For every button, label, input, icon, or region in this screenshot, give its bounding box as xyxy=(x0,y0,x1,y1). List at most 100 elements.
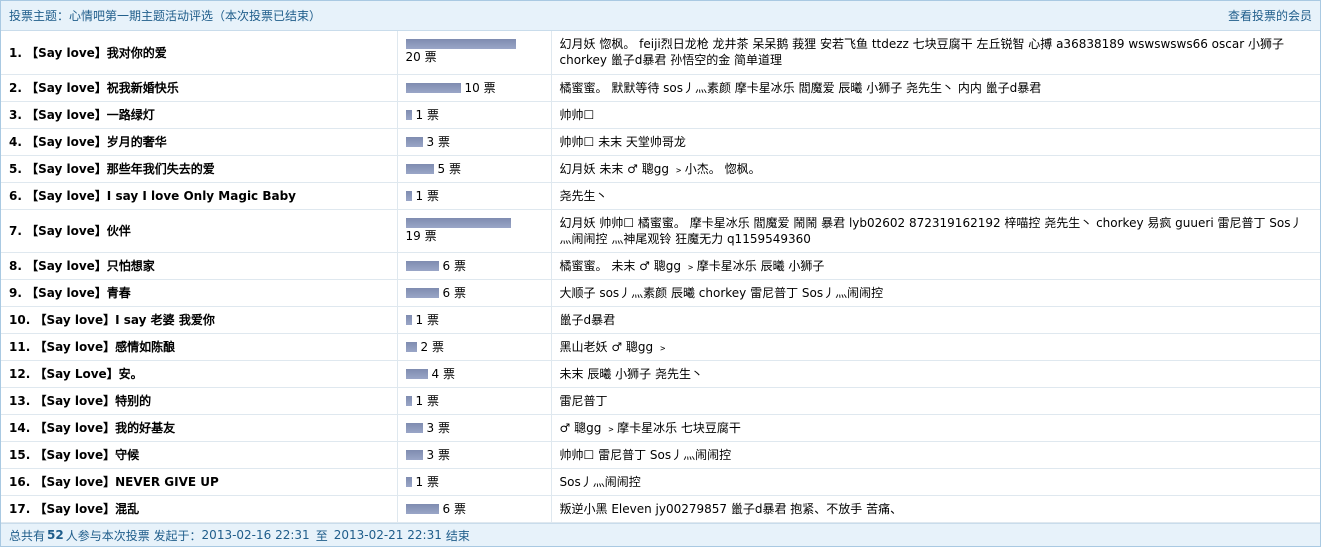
option-title-cell: 8. 【Say love】只怕想家 xyxy=(1,252,398,280)
vote-bar xyxy=(405,39,516,50)
option-title: 【Say love】I say 老婆 我爱你 xyxy=(34,313,215,327)
option-votes-cell: 6 票 xyxy=(397,279,552,307)
option-voters-cell: 帅帅☐ 未末 天堂帅哥龙 xyxy=(551,128,1320,156)
poll-option-row: 5. 【Say love】那些年我们失去的爱 5 票 幻月妖 未末 ♂ 聰gg ﹥小… xyxy=(1,155,1320,183)
poll-option-row: 15. 【Say love】守候 3 票 帅帅☐ 雷尼普丁 Sos丿灬闹闹控 xyxy=(1,441,1320,469)
option-number: 11. xyxy=(9,340,31,354)
vote-count: 6 票 xyxy=(442,258,466,273)
poll-option-row: 17. 【Say love】混乱 6 票 叛逆小黑 Eleven jy0027985… xyxy=(1,495,1320,523)
option-title: 【Say love】岁月的奢华 xyxy=(26,135,167,149)
poll-results-table: 1. 【Say love】我对你的爱 20 票 幻月妖 惚枫。 feiji烈日龙枪 … xyxy=(1,31,1320,523)
option-title: 【Say love】祝我新婚快乐 xyxy=(26,81,179,95)
option-number: 10. xyxy=(9,313,31,327)
poll-title: 投票主题：心情吧第一期主题活动评选（本次投票已结束） xyxy=(9,9,322,23)
voter-list: 幻月妖 惚枫。 feiji烈日龙枪 龙井茶 呆呆鹅 莪狸 安若飞鱼 ttdezz… xyxy=(559,37,1284,68)
voter-list: 大顺子 sos丿灬素颜 辰曦 chorkey 雷尼普丁 Sos丿灬闹闹控 xyxy=(559,285,884,300)
option-title-cell: 1. 【Say love】我对你的爱 xyxy=(1,31,398,75)
end-date: 2013-02-21 22:31 xyxy=(333,528,442,542)
vote-bar xyxy=(405,422,423,433)
start-date: 2013-02-16 22:31 xyxy=(201,528,310,542)
voter-list: 巤子d暴君 xyxy=(559,312,616,327)
option-votes-cell: 3 票 xyxy=(397,128,552,156)
option-number: 15. xyxy=(9,448,31,462)
option-number: 12. xyxy=(9,367,31,381)
option-title-cell: 16. 【Say love】NEVER GIVE UP xyxy=(1,468,398,496)
option-title-cell: 10. 【Say love】I say 老婆 我爱你 xyxy=(1,306,398,334)
poll-option-row: 1. 【Say love】我对你的爱 20 票 幻月妖 惚枫。 feiji烈日龙枪 … xyxy=(1,31,1320,75)
poll-option-row: 8. 【Say love】只怕想家 6 票 橘蜜蜜。 未末 ♂ 聰gg ﹥摩卡星冰乐… xyxy=(1,252,1320,280)
option-number: 4. xyxy=(9,135,22,149)
option-number: 6. xyxy=(9,189,22,203)
vote-count: 20 票 xyxy=(405,50,437,65)
vote-bar xyxy=(405,449,423,460)
option-number: 14. xyxy=(9,421,31,435)
poll-option-row: 12. 【Say Love】安。 4 票 未末 辰曦 小狮子 尧先生丶 xyxy=(1,360,1320,388)
voter-list: 叛逆小黑 Eleven jy00279857 巤子d暴君 抱紧、不放手 苦痛、 xyxy=(559,501,903,516)
vote-bar xyxy=(405,136,423,147)
vote-count: 2 票 xyxy=(420,339,444,354)
option-title-cell: 12. 【Say Love】安。 xyxy=(1,360,398,388)
option-number: 17. xyxy=(9,502,31,516)
option-votes-cell: 6 票 xyxy=(397,252,552,280)
option-votes-cell: 2 票 xyxy=(397,333,552,361)
poll-option-row: 16. 【Say love】NEVER GIVE UP 1 票 Sos丿灬闹闹控 xyxy=(1,468,1320,496)
poll-option-row: 3. 【Say love】一路绿灯 1 票 帅帅☐ xyxy=(1,101,1320,129)
option-votes-cell: 1 票 xyxy=(397,468,552,496)
vote-bar xyxy=(405,314,412,325)
vote-bar xyxy=(405,341,417,352)
option-title-cell: 6. 【Say love】I say I love Only Magic Bab… xyxy=(1,182,398,210)
vote-bar xyxy=(405,503,439,514)
poll-option-row: 4. 【Say love】岁月的奢华 3 票 帅帅☐ 未末 天堂帅哥龙 xyxy=(1,128,1320,156)
voter-list: 帅帅☐ xyxy=(559,107,595,122)
option-number: 3. xyxy=(9,108,22,122)
option-title: 【Say love】那些年我们失去的爱 xyxy=(26,162,215,176)
vote-count: 1 票 xyxy=(415,393,439,408)
option-number: 1. xyxy=(9,45,22,60)
vote-count: 3 票 xyxy=(426,134,450,149)
vote-bar xyxy=(405,163,434,174)
option-votes-cell: 3 票 xyxy=(397,441,552,469)
option-voters-cell: 橘蜜蜜。 默默等待 sos丿灬素颜 摩卡星冰乐 閻魔爱 辰曦 小狮子 尧先生丶 … xyxy=(551,74,1320,102)
poll-option-row: 6. 【Say love】I say I love Only Magic Bab… xyxy=(1,182,1320,210)
vote-count: 3 票 xyxy=(426,420,450,435)
option-title: 【Say love】一路绿灯 xyxy=(26,108,155,122)
view-voters-link[interactable]: 查看投票的会员 xyxy=(1228,7,1312,24)
option-title-cell: 15. 【Say love】守候 xyxy=(1,441,398,469)
vote-count: 5 票 xyxy=(437,161,461,176)
option-number: 7. xyxy=(9,224,22,238)
option-title: 【Say love】混乱 xyxy=(34,502,140,516)
option-title-cell: 13. 【Say love】特别的 xyxy=(1,387,398,415)
option-title-cell: 9. 【Say love】青春 xyxy=(1,279,398,307)
option-votes-cell: 3 票 xyxy=(397,414,552,442)
voter-list: 幻月妖 帅帅☐ 橘蜜蜜。 摩卡星冰乐 閻魔爱 鬧鬧 暴君 lyb02602 87… xyxy=(559,215,1303,246)
vote-count: 10 票 xyxy=(464,80,496,95)
option-voters-cell: 帅帅☐ 雷尼普丁 Sos丿灬闹闹控 xyxy=(551,441,1320,469)
option-title: 【Say love】感情如陈酿 xyxy=(34,340,176,354)
footer-prefix: 总共有 xyxy=(9,528,46,543)
voter-list: 尧先生丶 xyxy=(559,188,608,203)
poll-option-row: 9. 【Say love】青春 6 票 大顺子 sos丿灬素颜 辰曦 chorkey… xyxy=(1,279,1320,307)
option-number: 5. xyxy=(9,162,22,176)
poll-panel: 投票主题：心情吧第一期主题活动评选（本次投票已结束） 查看投票的会员 1. 【S… xyxy=(0,0,1321,547)
option-title: 【Say love】伙伴 xyxy=(26,224,131,238)
vote-bar xyxy=(405,476,412,487)
option-number: 9. xyxy=(9,286,22,300)
poll-option-row: 10. 【Say love】I say 老婆 我爱你 1 票 巤子d暴君 xyxy=(1,306,1320,334)
option-title: 【Say love】I say I love Only Magic Baby xyxy=(26,189,296,203)
option-title: 【Say love】守候 xyxy=(34,448,140,462)
option-voters-cell: Sos丿灬闹闹控 xyxy=(551,468,1320,496)
voter-list: 未末 辰曦 小狮子 尧先生丶 xyxy=(559,366,703,381)
option-voters-cell: 幻月妖 惚枫。 feiji烈日龙枪 龙井茶 呆呆鹅 莪狸 安若飞鱼 ttdezz… xyxy=(551,31,1320,75)
option-voters-cell: 尧先生丶 xyxy=(551,182,1320,210)
voter-list: 雷尼普丁 xyxy=(559,393,608,408)
option-voters-cell: ♂ 聰gg ﹥摩卡星冰乐 七块豆腐干 xyxy=(551,414,1320,442)
vote-count: 1 票 xyxy=(415,188,439,203)
option-voters-cell: 叛逆小黑 Eleven jy00279857 巤子d暴君 抱紧、不放手 苦痛、 xyxy=(551,495,1320,523)
option-votes-cell: 1 票 xyxy=(397,182,552,210)
footer-to: 至 xyxy=(315,528,328,543)
vote-bar xyxy=(405,82,461,93)
option-votes-cell: 6 票 xyxy=(397,495,552,523)
option-title: 【Say love】青春 xyxy=(26,286,131,300)
poll-header: 投票主题：心情吧第一期主题活动评选（本次投票已结束） 查看投票的会员 xyxy=(1,1,1320,31)
vote-count: 3 票 xyxy=(426,447,450,462)
